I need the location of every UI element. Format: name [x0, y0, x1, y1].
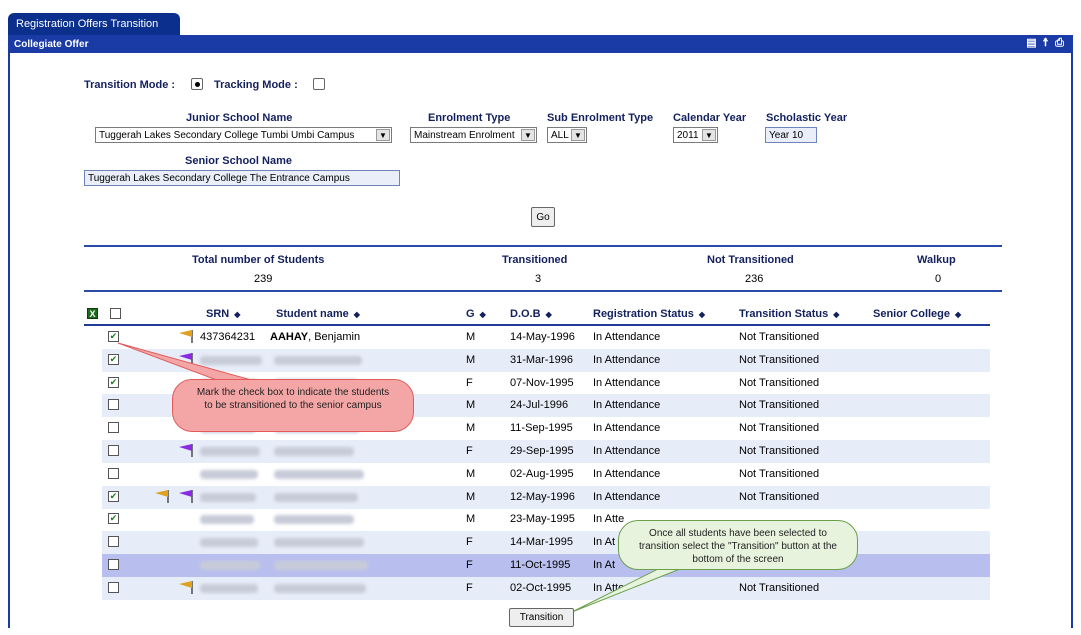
callout-pointers — [117, 342, 692, 613]
transition-button[interactable]: Transition — [509, 608, 574, 627]
checkbox-callout: Mark the check box to indicate the stude… — [172, 379, 414, 432]
transition-button-callout: Once all students have been selected to … — [618, 520, 858, 570]
